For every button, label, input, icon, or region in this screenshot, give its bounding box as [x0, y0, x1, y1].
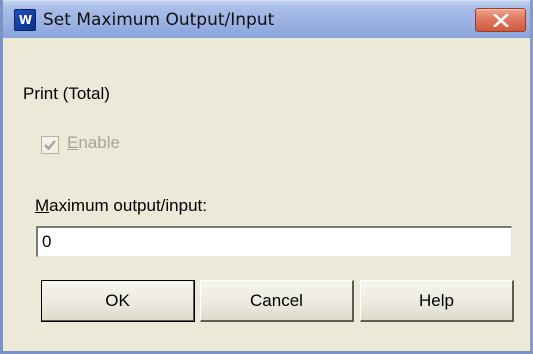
max-output-input-field[interactable] [36, 226, 512, 257]
help-button[interactable]: Help [360, 280, 514, 322]
ok-button[interactable]: OK [41, 280, 195, 322]
window-title: Set Maximum Output/Input [43, 10, 275, 30]
app-icon: W [14, 9, 36, 31]
checkmark-icon [44, 140, 56, 151]
cancel-button[interactable]: Cancel [200, 280, 354, 322]
group-label: Print (Total) [23, 84, 110, 103]
enable-checkbox[interactable] [41, 136, 59, 154]
dialog-window: W Set Maximum Output/Input Print (Total)… [0, 0, 533, 354]
max-output-input-label: Maximum output/input: [35, 196, 207, 215]
close-button[interactable] [475, 8, 526, 32]
title-bar[interactable]: W Set Maximum Output/Input [3, 0, 530, 38]
enable-checkbox-label: Enable [67, 133, 120, 152]
close-icon [493, 14, 509, 27]
